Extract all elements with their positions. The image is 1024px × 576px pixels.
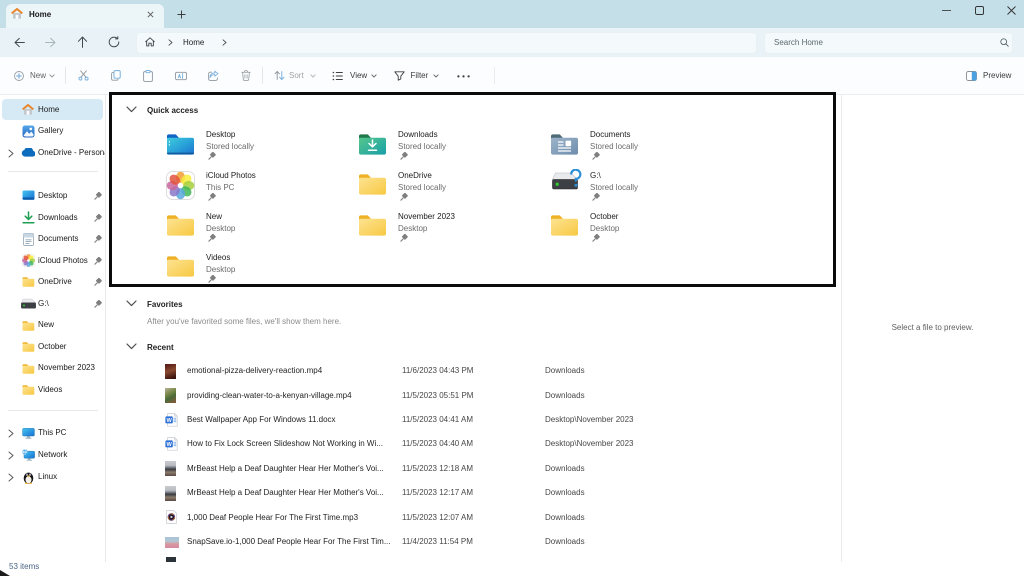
svg-text:W: W <box>166 442 172 448</box>
svg-text:W: W <box>166 418 172 424</box>
